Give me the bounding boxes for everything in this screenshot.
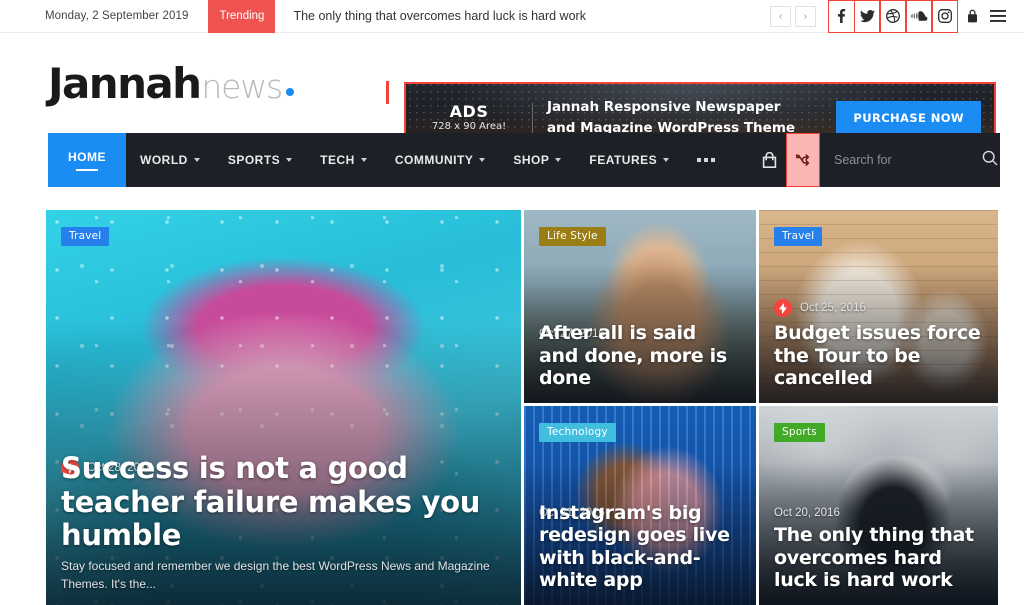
instagram-icon[interactable] [932, 0, 958, 33]
category-badge[interactable]: Life Style [539, 227, 606, 246]
more-dot-icon [704, 158, 709, 162]
current-date: Monday, 2 September 2019 [45, 10, 189, 22]
chevron-down-icon [663, 158, 670, 162]
nav-item-shop[interactable]: SHOP [499, 133, 575, 187]
trending-bolt-icon [774, 299, 792, 317]
hamburger-icon[interactable] [986, 0, 1010, 33]
nav-item-community-label: COMMUNITY [394, 153, 474, 167]
search-icon[interactable] [982, 150, 1000, 171]
ad-divider [532, 103, 533, 133]
chevron-down-icon [360, 158, 367, 162]
shuffle-icon[interactable] [786, 133, 820, 187]
ad-size-label: ADS 728 x 90 Area! [406, 102, 532, 133]
post-title[interactable]: The only thing that overcomes hard luck … [774, 524, 983, 591]
featured-post-main[interactable]: Travel Oct 28, 2016 Success is not a goo… [46, 210, 521, 605]
trending-next-button[interactable]: › [795, 5, 816, 27]
nav-item-tech-label: TECH [320, 153, 355, 167]
social-links [828, 0, 958, 33]
category-badge[interactable]: Travel [61, 227, 110, 246]
trending-badge: Trending [208, 0, 276, 33]
search-box[interactable] [820, 133, 1000, 187]
category-badge[interactable]: Travel [774, 227, 823, 246]
site-header: Jannah news ADS 728 x 90 Area! Jannah Re… [0, 33, 1024, 154]
post-title[interactable]: After all is said and done, more is done [539, 322, 741, 389]
post-meta: Oct 20, 2016 [774, 507, 840, 519]
nav-active-underline [76, 168, 98, 171]
category-badge[interactable]: Sports [774, 423, 825, 442]
post-title[interactable]: Budget issues force the Tour to be cance… [774, 322, 983, 389]
featured-posts-grid: Travel Oct 28, 2016 Success is not a goo… [46, 210, 1000, 605]
nav-item-world[interactable]: WORLD [126, 133, 214, 187]
nav-item-sports[interactable]: SPORTS [214, 133, 306, 187]
soundcloud-icon[interactable] [906, 0, 932, 33]
lock-icon[interactable] [960, 0, 984, 33]
nav-right-tools [752, 133, 1000, 187]
trending-headline-link[interactable]: The only thing that overcomes hard luck … [293, 9, 586, 23]
nav-item-community[interactable]: COMMUNITY [381, 133, 500, 187]
more-dot-icon [697, 158, 702, 162]
post-meta: Oct 25, 2016 [774, 299, 866, 317]
featured-post-lifestyle[interactable]: Life Style Oct 27, 2016 After all is sai… [524, 210, 756, 403]
dribbble-icon[interactable] [880, 0, 906, 33]
nav-item-shop-label: SHOP [513, 153, 550, 167]
chevron-down-icon [193, 158, 200, 162]
featured-post-sports[interactable]: Sports Oct 20, 2016 The only thing that … [759, 406, 998, 605]
chevron-down-icon [555, 158, 562, 162]
ad-label-line2: 728 x 90 Area! [431, 121, 507, 133]
post-title[interactable]: Instagram's big redesign goes live with … [539, 502, 741, 591]
nav-item-home-label: HOME [68, 149, 106, 164]
nav-item-sports-label: SPORTS [227, 153, 281, 167]
featured-post-travel[interactable]: Travel Oct 25, 2016 Budget issues force … [759, 210, 998, 403]
more-dot-icon [711, 158, 716, 162]
main-navigation: HOME WORLD SPORTS TECH COMMUNITY SHOP FE… [48, 133, 1000, 187]
navigation-wrapper: HOME WORLD SPORTS TECH COMMUNITY SHOP FE… [0, 133, 1024, 187]
nav-item-features[interactable]: FEATURES [575, 133, 683, 187]
search-input[interactable] [834, 153, 964, 167]
nav-item-world-label: WORLD [140, 153, 188, 167]
post-excerpt: Stay focused and remember we design the … [61, 559, 490, 591]
post-date: Oct 25, 2016 [800, 302, 866, 314]
category-badge[interactable]: Technology [539, 423, 616, 442]
chevron-down-icon [286, 158, 293, 162]
featured-post-technology[interactable]: Technology Oct 21, 2016 Instagram's big … [524, 406, 756, 605]
nav-item-home[interactable]: HOME [48, 133, 126, 187]
logo-secondary-text: news [201, 66, 283, 106]
ad-label-line1: ADS [449, 102, 489, 122]
chevron-down-icon [479, 158, 486, 162]
nav-more-button[interactable] [683, 133, 729, 187]
nav-item-tech[interactable]: TECH [306, 133, 381, 187]
annotation-tick [386, 81, 389, 104]
trending-prev-button[interactable]: ‹ [770, 5, 791, 27]
top-bar: Monday, 2 September 2019 Trending The on… [0, 0, 1024, 33]
twitter-icon[interactable] [854, 0, 880, 33]
top-bar-right: ‹ › [766, 0, 1010, 33]
post-date: Oct 20, 2016 [774, 507, 840, 519]
nav-item-features-label: FEATURES [589, 153, 658, 167]
shopping-bag-icon[interactable] [752, 133, 786, 187]
purchase-now-button[interactable]: PURCHASE NOW [836, 101, 981, 135]
logo-primary-text: Jannah [48, 58, 202, 108]
post-title[interactable]: Success is not a good teacher failure ma… [61, 451, 506, 553]
site-logo[interactable]: Jannah news [48, 58, 295, 108]
logo-dot [286, 87, 295, 96]
facebook-icon[interactable] [828, 0, 854, 33]
